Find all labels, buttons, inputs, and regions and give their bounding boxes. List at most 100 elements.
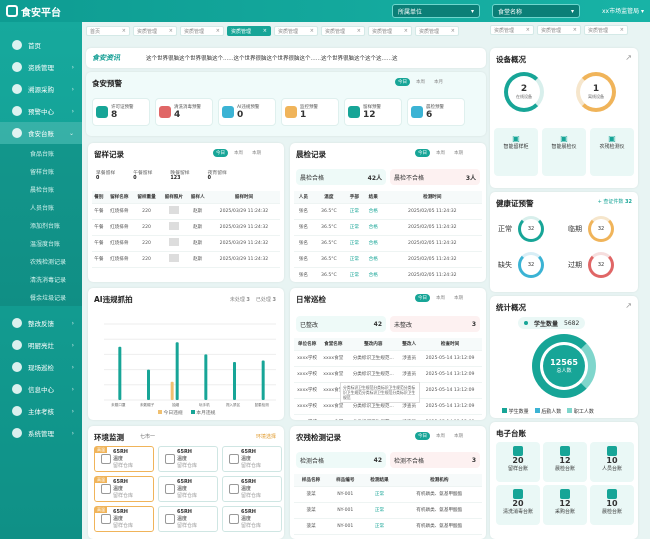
tab-item[interactable]: 资质管理 × — [537, 25, 581, 35]
menu-info[interactable]: 信息中心 › — [0, 378, 82, 400]
menu-inspection[interactable]: 现场巡检 › — [0, 356, 82, 378]
env-item[interactable]: 高温 65RH 温度 留样仓库 — [94, 476, 154, 502]
table-row[interactable]: 午餐 红烧排骨 220 赵斯 2025/03/29 11:24:32 — [92, 235, 280, 252]
period-tab[interactable]: 本周 — [231, 149, 246, 157]
alert-item[interactable]: 晨检预警 6 — [407, 98, 465, 126]
submenu-item[interactable]: 温湿度台账 — [0, 234, 82, 252]
alert-item[interactable]: 许可证预警 8 — [92, 98, 150, 126]
period-tab[interactable]: 今日 — [213, 149, 228, 157]
tab-item[interactable]: 资质管理 × — [584, 25, 628, 35]
close-icon[interactable]: × — [573, 27, 577, 33]
close-icon[interactable]: × — [263, 28, 267, 34]
canteen-select[interactable]: 食堂名称 ▾ — [492, 4, 580, 18]
alert-item[interactable]: 留样预警 12 — [344, 98, 402, 126]
user-menu[interactable]: xx市场监管局 ▾ — [602, 6, 644, 15]
close-icon[interactable]: × — [310, 28, 314, 34]
env-item[interactable]: 65RH 温度 留样仓库 — [222, 506, 282, 532]
device-type[interactable]: ▣ 农残检测仪 — [590, 128, 634, 176]
table-row[interactable]: 张名 36.5°C 正常 合格 2025/02/05 11:24:32 — [294, 203, 482, 220]
close-icon[interactable]: × — [122, 28, 126, 34]
ledger-item[interactable]: 12 晨检台账 — [543, 442, 587, 482]
photo-thumbnail[interactable] — [168, 238, 179, 246]
table-row[interactable]: xxxx学校xxxx食堂分类标识卫生规范...涉查员2025-05-14 13:… — [294, 350, 482, 367]
menu-kitchen[interactable]: 明厨亮灶 › — [0, 334, 82, 356]
bar-month[interactable] — [175, 342, 179, 400]
period-tab[interactable]: 本期 — [451, 294, 466, 302]
close-icon[interactable]: × — [404, 28, 408, 34]
period-tab[interactable]: 今日 — [415, 149, 430, 157]
external-link-icon[interactable]: ↗ — [625, 301, 632, 310]
close-icon[interactable]: × — [451, 28, 455, 34]
tab-item[interactable]: 资质管理 × — [321, 26, 365, 36]
submenu-item[interactable]: 留样台账 — [0, 162, 82, 180]
tab-item[interactable]: 资质管理 × — [490, 25, 534, 35]
tab-item[interactable]: 资质管理 × — [180, 26, 224, 36]
menu-home[interactable]: 首页 — [0, 34, 82, 56]
period-tab[interactable]: 本周 — [433, 294, 448, 302]
table-row[interactable]: 张名 36.5°C 正常 合格 2025/02/05 11:24:32 — [294, 251, 482, 268]
table-row[interactable]: 菠菜 NY-001 正常 有机磷类、氨基甲酸酯 — [294, 502, 482, 519]
alert-item[interactable]: AI违规预警 0 — [218, 98, 276, 126]
table-row[interactable]: 张名 36.5°C 正常 合格 2025/02/05 11:24:32 — [294, 267, 482, 282]
menu-traceability[interactable]: 溯源采购 › — [0, 78, 82, 100]
bar-month[interactable] — [261, 360, 265, 400]
bar-month[interactable] — [147, 369, 150, 400]
table-row[interactable]: 午餐 红烧排骨 220 赵斯 2025/03/29 11:24:32 — [92, 251, 280, 268]
period-tab[interactable]: 本期 — [451, 149, 466, 157]
env-item[interactable]: 65RH 温度 留样仓库 — [158, 506, 218, 532]
bar-month[interactable] — [118, 346, 122, 400]
period-tab[interactable]: 今日 — [415, 294, 430, 302]
tab-item[interactable]: 首页 × — [86, 26, 130, 36]
ledger-item[interactable]: 10 人员台账 — [590, 442, 634, 482]
menu-assess[interactable]: 主体考核 › — [0, 400, 82, 422]
table-row[interactable]: 午餐 红烧排骨 220 赵斯 2025/03/29 11:24:32 — [92, 219, 280, 236]
table-row[interactable]: 张名 36.5°C 正常 合格 2025/02/05 11:24:32 — [294, 219, 482, 236]
ledger-item[interactable]: 12 采购台账 — [543, 485, 587, 525]
table-row[interactable]: xxxx学校xxxx食堂分类标识卫生规范...涉查员2025-05-14 13:… — [294, 414, 482, 420]
health-link[interactable]: + 查证件数 32 — [598, 198, 632, 205]
period-tab[interactable]: 本周 — [433, 432, 448, 440]
tab-item[interactable]: 资质管理 × — [133, 26, 177, 36]
submenu-item[interactable]: 添加剂台账 — [0, 216, 82, 234]
photo-thumbnail[interactable] — [168, 206, 179, 214]
device-type[interactable]: ▣ 智能晨检仪 — [542, 128, 586, 176]
env-item[interactable]: 65RH 温度 留样仓库 — [158, 476, 218, 502]
menu-qualification[interactable]: 资质管理 › — [0, 56, 82, 78]
env-period[interactable]: 七市一 — [140, 433, 155, 440]
photo-thumbnail[interactable] — [168, 254, 179, 262]
alert-item[interactable]: 监控预警 1 — [281, 98, 339, 126]
menu-ledger[interactable]: 食安台账 ⌄ — [0, 122, 82, 144]
bar-today[interactable] — [170, 381, 174, 400]
device-type[interactable]: ▣ 智能留样柜 — [494, 128, 538, 176]
bar-month[interactable] — [233, 362, 236, 400]
bar-month[interactable] — [204, 354, 208, 400]
ledger-item[interactable]: 20 留样台账 — [496, 442, 540, 482]
env-item[interactable]: 65RH 温度 留样仓库 — [222, 446, 282, 472]
submenu-item[interactable]: 人员台账 — [0, 198, 82, 216]
close-icon[interactable]: × — [526, 27, 530, 33]
period-tab[interactable]: 本周 — [433, 149, 448, 157]
env-item[interactable]: 65RH 温度 留样仓库 — [222, 476, 282, 502]
table-row[interactable]: xxxx学校xxxx食堂分类标识卫生规范...涉查员2025-05-14 13:… — [294, 366, 482, 383]
alert-item[interactable]: 清洗消毒预警 4 — [155, 98, 213, 126]
close-icon[interactable]: × — [620, 27, 624, 33]
menu-rectify[interactable]: 整改反馈 › — [0, 312, 82, 334]
ledger-item[interactable]: 10 晨检台账 — [590, 485, 634, 525]
close-icon[interactable]: × — [216, 28, 220, 34]
period-tab[interactable]: 今日 — [395, 78, 410, 86]
menu-alerts[interactable]: 预警中心 › — [0, 100, 82, 122]
close-icon[interactable]: × — [169, 28, 173, 34]
period-tab[interactable]: 本月 — [431, 78, 446, 86]
tab-item[interactable]: 资质管理 × — [274, 26, 318, 36]
tab-item[interactable]: 资质管理 × — [368, 26, 412, 36]
submenu-item[interactable]: 清洗消毒记录 — [0, 270, 82, 288]
period-tab[interactable]: 本周 — [413, 78, 428, 86]
env-item[interactable]: 高温 65RH 温度 留样仓库 — [94, 446, 154, 472]
submenu-item[interactable]: 农残检测记录 — [0, 252, 82, 270]
table-row[interactable]: 张名 36.5°C 正常 合格 2025/02/05 11:24:32 — [294, 235, 482, 252]
table-row[interactable]: 午餐 红烧排骨 220 赵斯 2025/03/29 11:24:32 — [92, 203, 280, 220]
external-link-icon[interactable]: ↗ — [625, 53, 632, 62]
ledger-item[interactable]: 20 清洗消毒台账 — [496, 485, 540, 525]
menu-system[interactable]: 系统管理 › — [0, 422, 82, 444]
period-tab[interactable]: 本期 — [249, 149, 264, 157]
